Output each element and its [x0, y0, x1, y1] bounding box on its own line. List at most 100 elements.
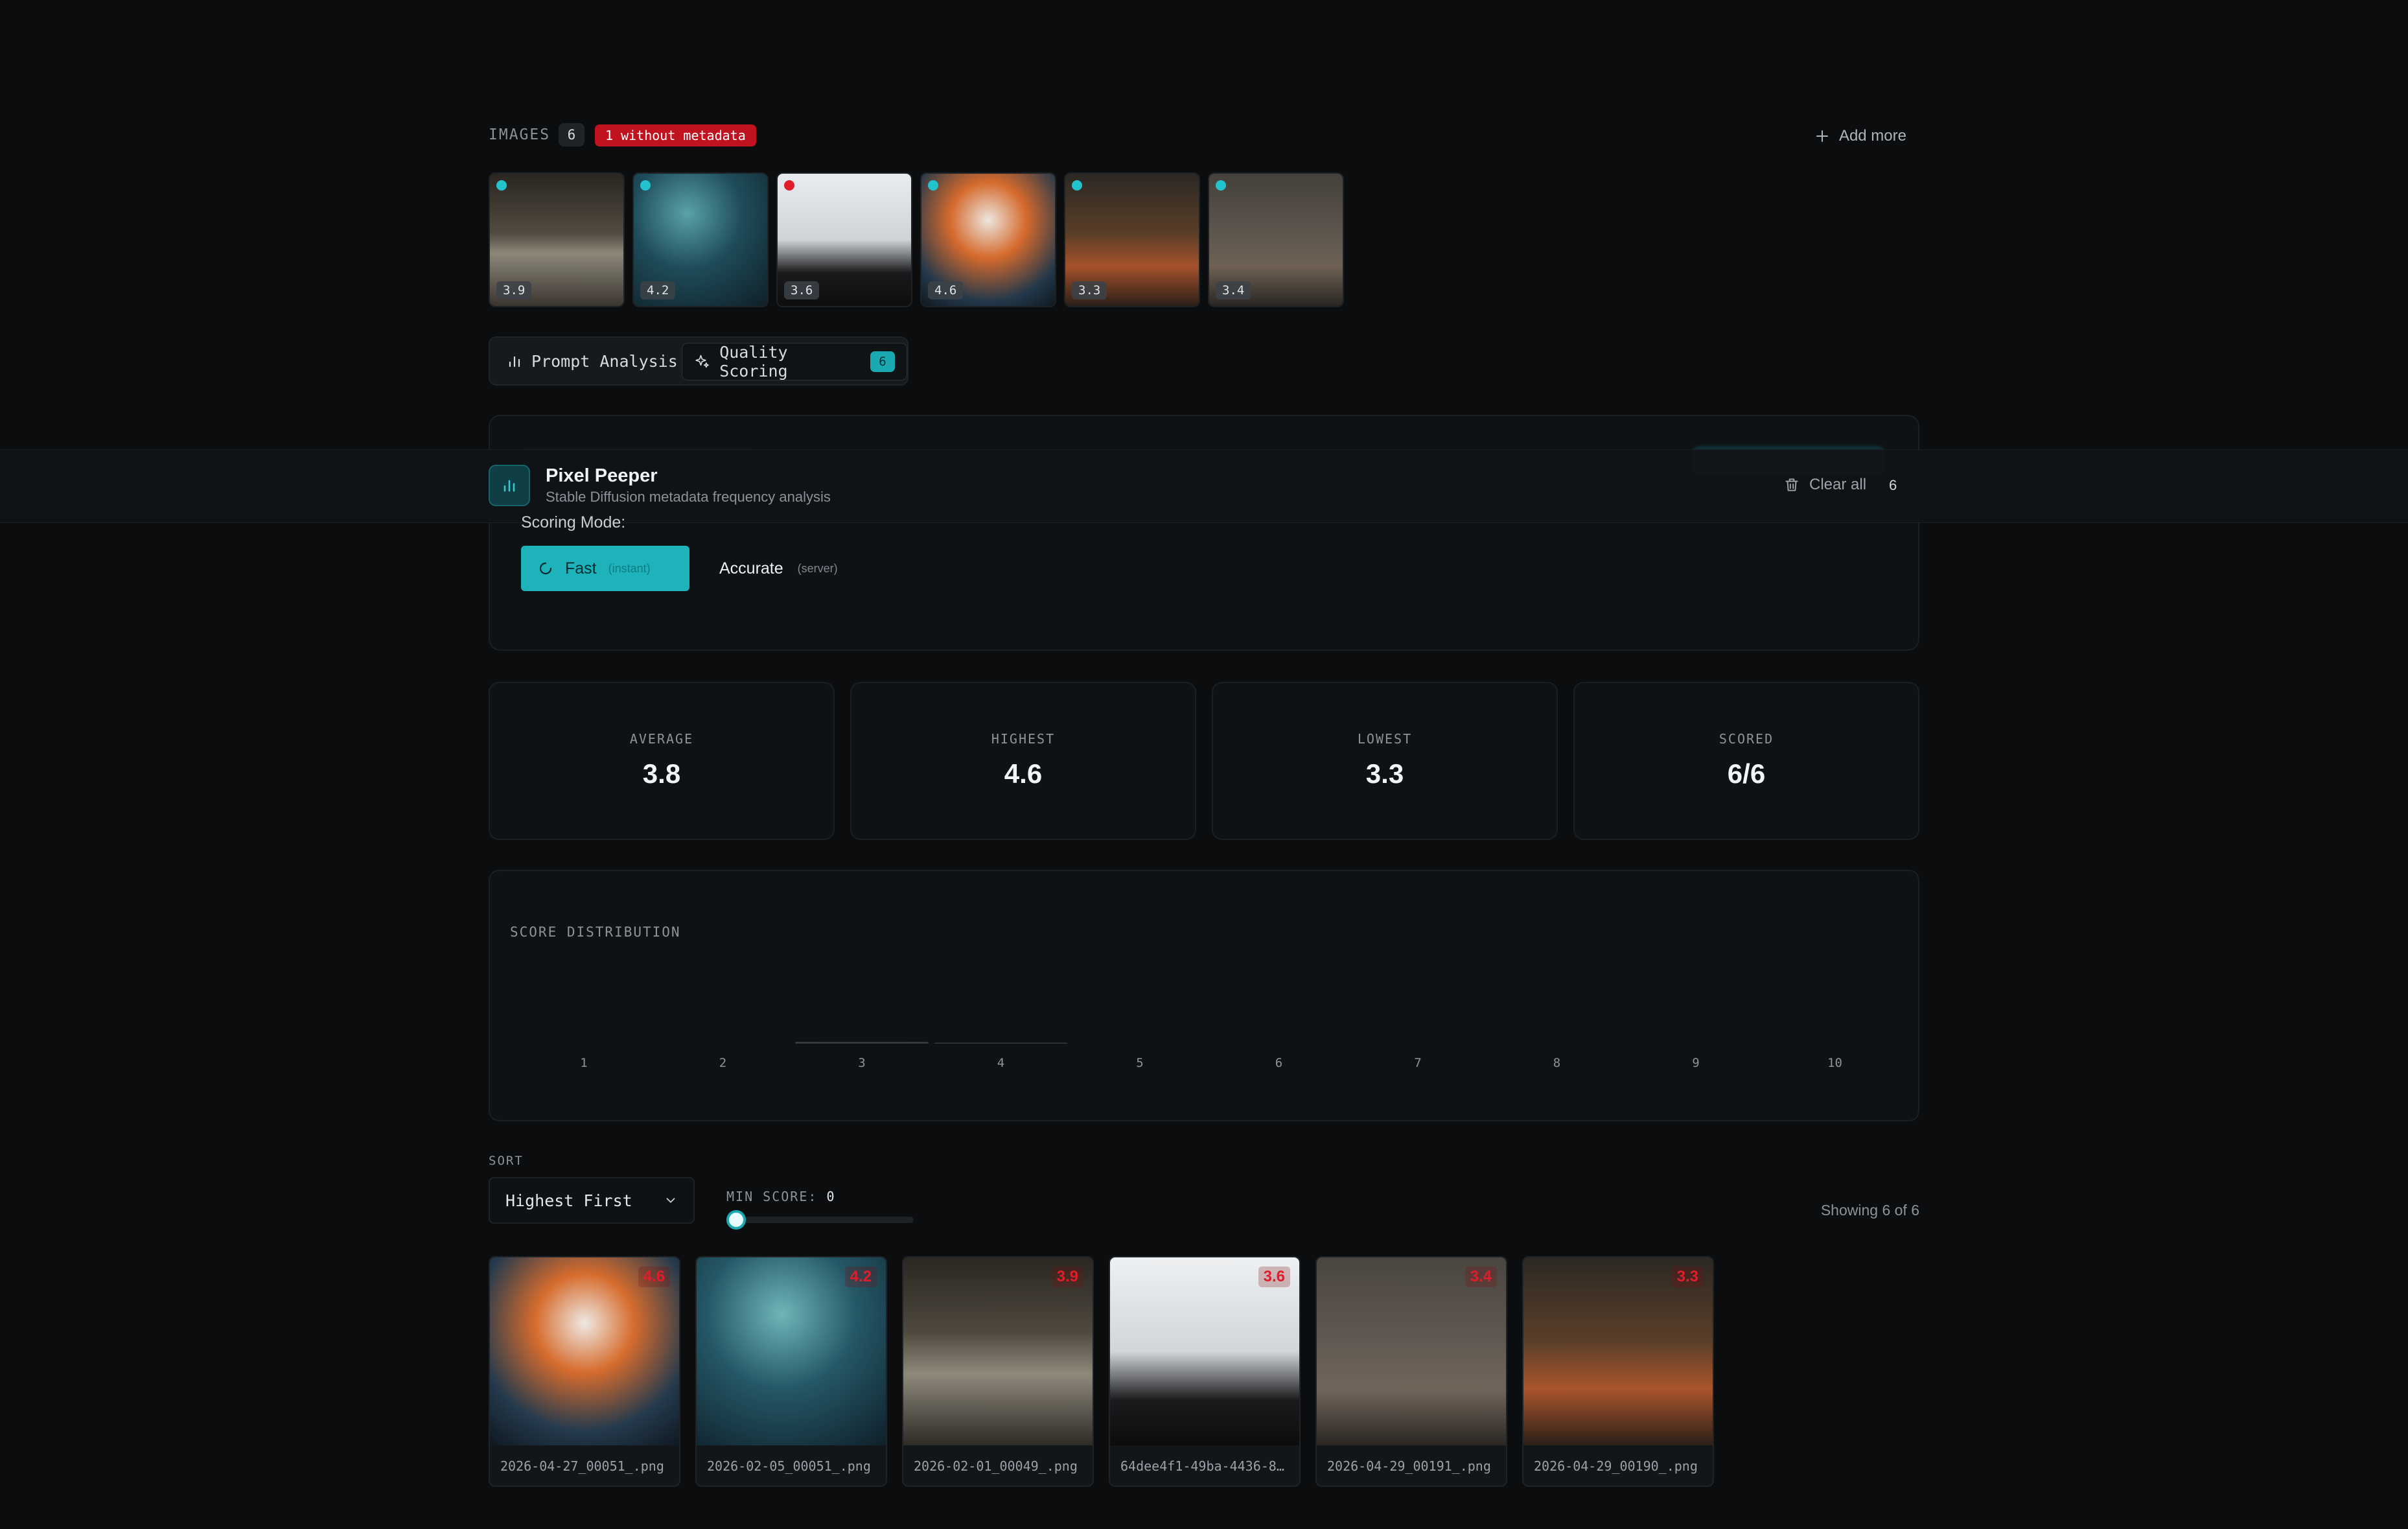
min-score-slider-thumb[interactable] — [726, 1210, 746, 1230]
add-more-label: Add more — [1838, 127, 1906, 145]
stat-value: 3.8 — [642, 758, 681, 789]
metadata-status-dot — [640, 180, 651, 191]
metadata-status-dot — [1216, 180, 1226, 191]
fast-mode-button[interactable]: Fast (instant) — [521, 546, 689, 591]
accurate-mode-hint: (server) — [797, 561, 838, 575]
result-card[interactable]: 3.3 2026-04-29_00190_.png — [1522, 1256, 1714, 1487]
distribution-tick-label: 5 — [1136, 1056, 1143, 1070]
image-thumbnail[interactable]: 3.4 — [1208, 172, 1344, 307]
image-thumbnail[interactable]: 4.6 — [920, 172, 1056, 307]
app-logo — [489, 465, 530, 506]
bar-chart-icon — [509, 356, 520, 368]
image-thumbnail[interactable]: 3.6 — [776, 172, 912, 307]
stat-card-average: AVERAGE 3.8 — [489, 682, 835, 840]
distribution-tick-label: 2 — [719, 1056, 726, 1070]
tab-quality-scoring[interactable]: Quality Scoring 6 — [682, 343, 907, 380]
result-score-badge: 4.6 — [638, 1266, 670, 1287]
scoring-mode-label: Scoring Mode: — [521, 513, 626, 531]
trash-icon — [1785, 478, 1798, 491]
image-thumbnail[interactable]: 3.9 — [489, 172, 625, 307]
missing-metadata-badge: 1 without metadata — [595, 124, 756, 146]
result-card[interactable]: 4.2 2026-02-05_00051_.png — [695, 1256, 887, 1487]
stat-value: 4.6 — [1004, 758, 1043, 789]
distribution-tick-label: 4 — [997, 1056, 1004, 1070]
stat-label: AVERAGE — [629, 731, 694, 747]
app-title: Pixel Peeper — [546, 465, 658, 486]
result-card[interactable]: 4.6 2026-04-27_00051_.png — [489, 1256, 680, 1487]
result-score-badge: 4.2 — [844, 1266, 877, 1287]
stat-card-lowest: LOWEST 3.3 — [1212, 682, 1558, 840]
thumbnail-score: 4.2 — [640, 281, 676, 299]
distribution-bar — [934, 1042, 1068, 1044]
sort-select[interactable]: Highest First — [489, 1177, 695, 1224]
sort-select-value: Highest First — [505, 1191, 632, 1210]
chevron-down-icon — [666, 1198, 675, 1203]
clear-all-button[interactable]: Clear all — [1783, 472, 1866, 498]
image-thumbnail[interactable]: 3.3 — [1064, 172, 1200, 307]
tab-quality-scoring-count: 6 — [870, 351, 895, 372]
min-score-slider-track[interactable] — [728, 1217, 914, 1223]
sort-label: SORT — [489, 1154, 524, 1168]
distribution-tick-label: 6 — [1275, 1056, 1282, 1070]
stat-card-highest: HIGHEST 4.6 — [850, 682, 1196, 840]
tab-prompt-analysis[interactable]: Prompt Analysis — [495, 343, 689, 379]
image-count: 6 — [1889, 477, 1897, 493]
result-card[interactable]: 3.6 64dee4f1-49ba-4436-8… — [1109, 1256, 1301, 1487]
distribution-tick-label: 3 — [858, 1056, 865, 1070]
distribution-bar — [795, 1042, 929, 1044]
result-filename: 64dee4f1-49ba-4436-8… — [1120, 1458, 1284, 1474]
tab-quality-scoring-label: Quality Scoring — [719, 343, 788, 380]
distribution-tick-label: 9 — [1692, 1056, 1699, 1070]
plus-icon — [1816, 130, 1828, 142]
fast-mode-hint: (instant) — [608, 561, 651, 575]
result-score-badge: 3.9 — [1051, 1266, 1083, 1287]
result-filename: 2026-04-27_00051_.png — [500, 1458, 664, 1474]
result-filename: 2026-04-29_00190_.png — [1534, 1458, 1698, 1474]
clear-all-label: Clear all — [1809, 476, 1867, 493]
sticky-header-bar — [0, 449, 2408, 523]
metadata-status-dot — [496, 180, 507, 191]
metadata-status-dot — [1072, 180, 1082, 191]
min-score-value: 0 — [826, 1189, 836, 1204]
thumbnail-score: 3.4 — [1216, 281, 1251, 299]
analysis-tabs: Prompt Analysis Quality Scoring 6 — [489, 336, 909, 386]
distribution-tick-label: 7 — [1414, 1056, 1421, 1070]
result-filename: 2026-02-01_00049_.png — [914, 1458, 1078, 1474]
images-count-badge: 6 — [559, 123, 585, 146]
min-score-label: MIN SCORE: 0 — [726, 1189, 836, 1204]
accurate-mode-label: Accurate — [719, 559, 783, 578]
result-filename: 2026-02-05_00051_.png — [707, 1458, 871, 1474]
thumbnail-score: 3.6 — [784, 281, 820, 299]
stat-value: 6/6 — [1727, 758, 1766, 789]
result-filename: 2026-04-29_00191_.png — [1327, 1458, 1491, 1474]
result-score-badge: 3.6 — [1258, 1266, 1290, 1287]
result-score-badge: 3.4 — [1464, 1266, 1497, 1287]
stat-label: LOWEST — [1357, 731, 1413, 747]
distribution-tick-label: 8 — [1553, 1056, 1560, 1070]
thumbnail-score: 3.3 — [1072, 281, 1107, 299]
distribution-tick-label: 10 — [1827, 1056, 1842, 1070]
distribution-tick-label: 1 — [580, 1056, 587, 1070]
result-card[interactable]: 3.4 2026-04-29_00191_.png — [1315, 1256, 1507, 1487]
fast-mode-label: Fast — [565, 559, 597, 578]
results-count: Showing 6 of 6 — [1820, 1202, 1919, 1219]
stat-label: HIGHEST — [991, 731, 1056, 747]
score-distribution-chart: 1 2 3 4 5 6 7 8 9 10 — [517, 1042, 1902, 1070]
stat-label: SCORED — [1719, 731, 1774, 747]
metadata-status-dot — [784, 180, 794, 191]
images-section-label: IMAGES — [489, 126, 551, 143]
add-more-button[interactable]: Add more — [1814, 123, 1906, 149]
app-subtitle: Stable Diffusion metadata frequency anal… — [546, 489, 831, 505]
spinner-icon — [539, 562, 552, 575]
thumbnail-score: 4.6 — [928, 281, 964, 299]
stat-value: 3.3 — [1365, 758, 1404, 789]
bar-chart-icon — [504, 480, 515, 492]
metadata-status-dot — [928, 180, 938, 191]
image-thumbnail[interactable]: 4.2 — [632, 172, 769, 307]
result-score-badge: 3.3 — [1671, 1266, 1704, 1287]
accurate-mode-button[interactable]: Accurate (server) — [719, 546, 838, 591]
result-card[interactable]: 3.9 2026-02-01_00049_.png — [902, 1256, 1094, 1487]
tab-prompt-analysis-label: Prompt Analysis — [531, 351, 678, 371]
stat-card-scored: SCORED 6/6 — [1573, 682, 1919, 840]
thumbnail-score: 3.9 — [496, 281, 532, 299]
